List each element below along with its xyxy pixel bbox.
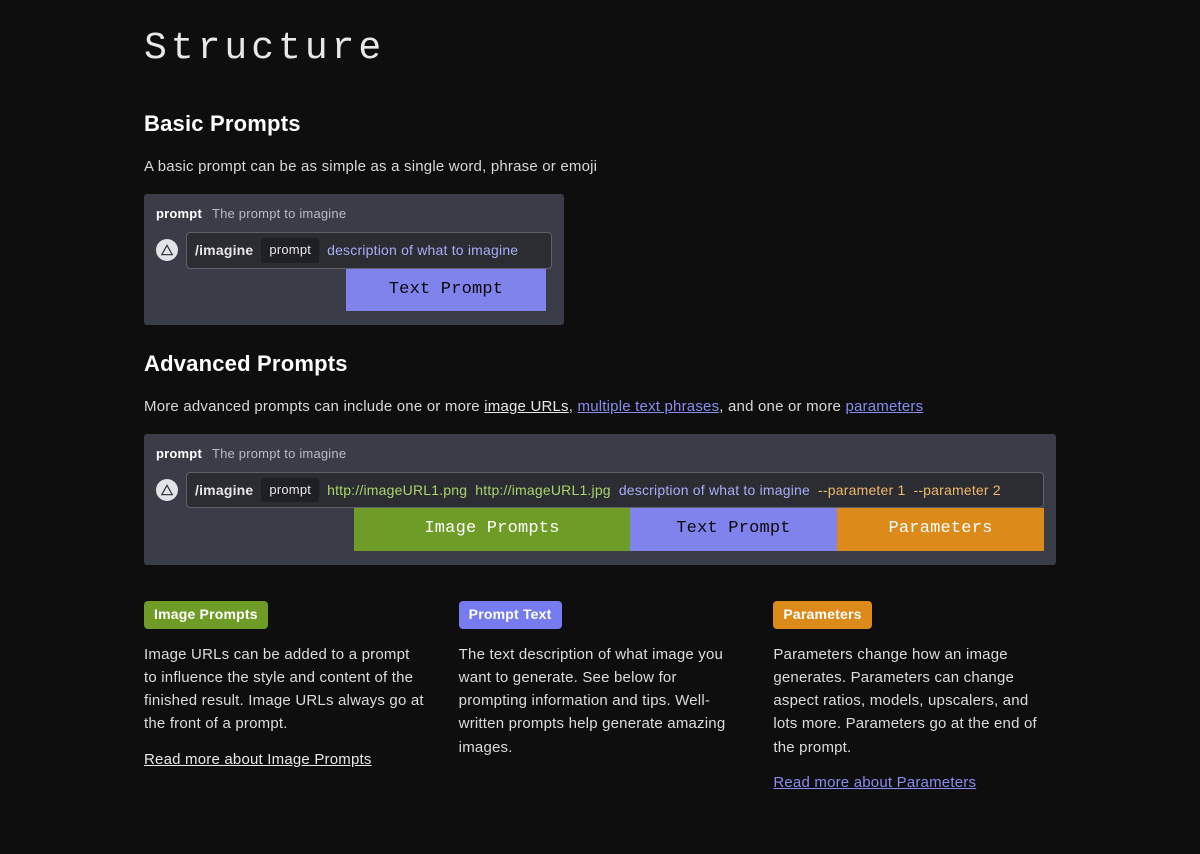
prompt-placeholder: description of what to imagine	[327, 240, 518, 262]
prompt-keyword: prompt	[156, 204, 202, 224]
prompt-header: prompt The prompt to imagine	[156, 204, 552, 224]
prompt-header: prompt The prompt to imagine	[156, 444, 1044, 464]
advanced-lead: More advanced prompts can include one or…	[144, 395, 1056, 418]
basic-prompt-card: prompt The prompt to imagine /imagine pr…	[144, 194, 564, 325]
adv-mid1: ,	[569, 398, 578, 415]
segment-param-2: --parameter 2	[913, 480, 1000, 502]
prompt-keyword: prompt	[156, 444, 202, 464]
prompt-desc: The prompt to imagine	[212, 204, 346, 224]
adv-lead-pre: More advanced prompts can include one or…	[144, 398, 484, 415]
badge-parameters: Parameters	[773, 601, 871, 629]
segment-text-desc: description of what to imagine	[619, 480, 810, 502]
bot-avatar-icon	[156, 479, 178, 501]
label-text-prompt: Text Prompt	[346, 269, 546, 311]
basic-label-row: Text Prompt	[346, 269, 552, 311]
advanced-heading: Advanced Prompts	[144, 347, 1056, 381]
slash-command: /imagine	[195, 240, 253, 262]
prompt-chip: prompt	[261, 238, 319, 262]
label-text-prompt: Text Prompt	[630, 508, 837, 550]
label-image-prompts: Image Prompts	[354, 508, 630, 550]
link-image-urls[interactable]: image URLs	[484, 398, 569, 415]
segment-image-url-1: http://imageURL1.png	[327, 480, 467, 502]
badge-image-prompts: Image Prompts	[144, 601, 268, 629]
basic-lead: A basic prompt can be as simple as a sin…	[144, 155, 1056, 178]
bot-avatar-icon	[156, 239, 178, 261]
segment-param-1: --parameter 1	[818, 480, 905, 502]
badge-prompt-text: Prompt Text	[459, 601, 562, 629]
link-multiple-text[interactable]: multiple text phrases	[578, 398, 720, 415]
col-body: Parameters change how an image generates…	[773, 643, 1056, 759]
label-parameters: Parameters	[837, 508, 1044, 550]
basic-heading: Basic Prompts	[144, 107, 1056, 141]
prompt-chip: prompt	[261, 478, 319, 502]
command-input[interactable]: /imagine prompt description of what to i…	[186, 232, 552, 268]
advanced-label-row: Image Prompts Text Prompt Parameters	[354, 508, 1044, 550]
link-read-parameters[interactable]: Read more about Parameters	[773, 771, 976, 794]
slash-command: /imagine	[195, 480, 253, 502]
segment-image-url-2: http://imageURL1.jpg	[475, 480, 611, 502]
col-prompt-text: Prompt Text The text description of what…	[459, 601, 742, 794]
link-read-image-prompts[interactable]: Read more about Image Prompts	[144, 748, 372, 771]
advanced-prompt-card: prompt The prompt to imagine /imagine pr…	[144, 434, 1056, 565]
col-body: The text description of what image you w…	[459, 643, 742, 759]
link-parameters[interactable]: parameters	[845, 398, 923, 415]
col-image-prompts: Image Prompts Image URLs can be added to…	[144, 601, 427, 794]
col-parameters: Parameters Parameters change how an imag…	[773, 601, 1056, 794]
page-title: Structure	[144, 20, 1056, 79]
prompt-desc: The prompt to imagine	[212, 444, 346, 464]
col-body: Image URLs can be added to a prompt to i…	[144, 643, 427, 736]
adv-mid2: , and one or more	[719, 398, 845, 415]
info-columns: Image Prompts Image URLs can be added to…	[144, 601, 1056, 794]
command-input[interactable]: /imagine prompt http://imageURL1.png htt…	[186, 472, 1044, 508]
